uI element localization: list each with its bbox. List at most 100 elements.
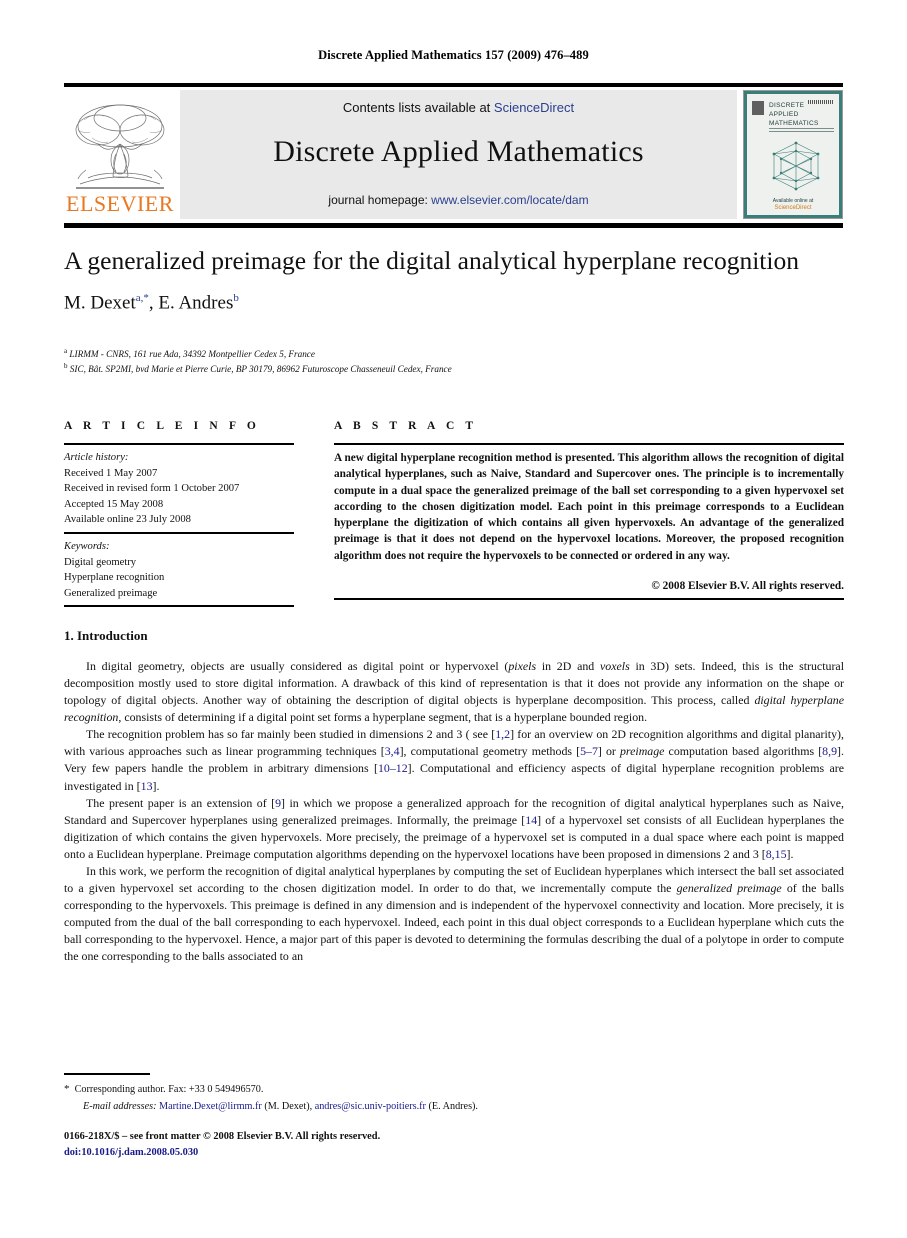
author-1-affiliation-marker: a,* [135, 292, 149, 304]
citation-link[interactable]: 5–7 [580, 744, 598, 758]
p2-emphasis-preimage: preimage [619, 744, 665, 759]
cover-title-line-3: MATHEMATICS [769, 119, 819, 127]
running-head: Discrete Applied Mathematics 157 (2009) … [318, 48, 589, 62]
homepage-prefix: journal homepage: [328, 193, 432, 207]
issn-copyright-block: 0166-218X/$ – see front matter © 2008 El… [64, 1129, 764, 1161]
page-title: A generalized preimage for the digital a… [64, 246, 799, 275]
cover-publisher-logo-icon [752, 101, 764, 115]
sciencedirect-link[interactable]: ScienceDirect [494, 100, 574, 115]
affiliation-b: b SIC, Bât. SP2MI, bvd Marie et Pierre C… [64, 361, 854, 376]
abstract-rule-bottom [334, 598, 844, 600]
article-history: Article history: Received 1 May 2007 Rec… [64, 450, 304, 528]
p1-part-a: In digital geometry, objects are usually… [86, 659, 509, 673]
cover-title-line-2: APPLIED [769, 110, 799, 118]
p4-emphasis-generalized-preimage: generalized preimage [676, 881, 782, 896]
cover-footer-text: Available online at [772, 198, 814, 204]
paragraph-2: The recognition problem has so far mainl… [64, 726, 844, 794]
elsevier-wordmark: ELSEVIER [66, 191, 174, 216]
history-item: Available online 23 July 2008 [64, 514, 191, 526]
journal-masthead: ELSEVIER Contents lists available at Sci… [64, 83, 843, 228]
affiliation-a: a LIRMM - CNRS, 161 rue Ada, 34392 Montp… [64, 346, 854, 361]
keyword-item: Hyperplane recognition [64, 572, 165, 584]
body-text: In digital geometry, objects are usually… [64, 658, 844, 965]
p3-part-a: The present paper is an extension of [ [86, 795, 276, 810]
email-link-dexet[interactable]: Martine.Dexet@lirmm.fr [159, 1101, 262, 1112]
footnote-rule [64, 1073, 150, 1075]
journal-title: Discrete Applied Mathematics [273, 135, 644, 168]
citation-link[interactable]: 3,4 [385, 744, 400, 758]
footnote-block: * Corresponding author. Fax: +33 0 54949… [64, 1081, 764, 1115]
author-1: M. Dexet [64, 292, 136, 314]
citation-link[interactable]: 13 [141, 779, 153, 793]
paragraph-4: In this work, we perform the recognition… [64, 863, 844, 965]
citation-link[interactable]: 8,15 [766, 847, 787, 861]
cover-title: DISCRETE APPLIED MATHEMATICS [769, 102, 835, 128]
affiliation-a-text: LIRMM - CNRS, 161 rue Ada, 34392 Montpel… [67, 349, 315, 360]
issn-line: 0166-218X/$ – see front matter © 2008 El… [64, 1131, 381, 1142]
citation-link[interactable]: 1,2 [495, 727, 510, 741]
journal-homepage-line: journal homepage: www.elsevier.com/locat… [328, 193, 588, 207]
citation-link[interactable]: 8,9 [822, 744, 837, 758]
history-item: Received in revised form 1 October 2007 [64, 483, 240, 495]
email-link-andres[interactable]: andres@sic.univ-poitiers.fr [315, 1101, 426, 1112]
abstract-text: A new digital hyperplane recognition met… [334, 452, 844, 562]
email-label: E-mail addresses: [83, 1100, 157, 1112]
history-item: Accepted 15 May 2008 [64, 498, 164, 510]
cover-sciencedirect-label: ScienceDirect [774, 205, 812, 211]
p1-part-d: , consists of determining if a digital p… [118, 710, 648, 725]
article-info-heading: A R T I C L E I N F O [64, 420, 260, 432]
author-list: M. Dexeta,*, E. Andresb [64, 292, 854, 314]
journal-homepage-link[interactable]: www.elsevier.com/locate/dam [431, 193, 588, 207]
masthead-center: Contents lists available at ScienceDirec… [180, 90, 737, 219]
footnote-asterisk: * [64, 1083, 70, 1095]
history-item: Received 1 May 2007 [64, 467, 158, 479]
abstract-heading: A B S T R A C T [334, 420, 478, 432]
corresponding-author-text: Corresponding author. Fax: +33 0 5494965… [74, 1084, 264, 1095]
paragraph-3: The present paper is an extension of [9]… [64, 795, 844, 863]
contents-available-line: Contents lists available at ScienceDirec… [343, 100, 574, 115]
email2-owner: (E. Andres). [425, 1100, 478, 1112]
keywords-label: Keywords: [64, 541, 110, 552]
abstract-copyright: © 2008 Elsevier B.V. All rights reserved… [651, 580, 844, 592]
paragraph-1: In digital geometry, objects are usually… [64, 658, 844, 726]
corresponding-author-note: * Corresponding author. Fax: +33 0 54949… [64, 1081, 764, 1099]
article-history-label: Article history: [64, 452, 129, 463]
cover-footer: Available online at ScienceDirect [747, 198, 839, 211]
keywords-block: Keywords: Digital geometry Hyperplane re… [64, 539, 304, 601]
info-rule-bottom [64, 605, 294, 607]
p1-part-b: in 2D and [536, 659, 600, 673]
p1-emphasis-pixels: pixels [508, 659, 537, 673]
p3-part-d: ]. [786, 846, 794, 861]
journal-cover-thumbnail: DISCRETE APPLIED MATHEMATICS Available o… [743, 90, 843, 219]
elsevier-tree-icon [75, 104, 165, 189]
masthead-top-rule [64, 83, 843, 87]
masthead-bottom-rule [64, 223, 843, 228]
cover-subtitle-lines [769, 128, 834, 133]
elsevier-logo: ELSEVIER [64, 90, 176, 219]
paper-page: Discrete Applied Mathematics 157 (2009) … [0, 0, 907, 1238]
p2-part-d: ] or [597, 744, 620, 759]
keyword-item: Generalized preimage [64, 587, 158, 599]
author-2: , E. Andres [148, 292, 234, 314]
doi-link[interactable]: doi:10.1016/j.dam.2008.05.030 [64, 1145, 764, 1161]
email-addresses-note: E-mail addresses: Martine.Dexet@lirmm.fr… [83, 1099, 764, 1115]
cover-graph-diagram-icon [772, 141, 820, 191]
keyword-item: Digital geometry [64, 556, 137, 568]
info-rule-middle [64, 532, 294, 534]
p2-part-a: The recognition problem has so far mainl… [86, 727, 496, 742]
author-2-affiliation-marker: b [233, 292, 239, 304]
cover-title-line-1: DISCRETE [769, 102, 805, 109]
cover-inner-panel: DISCRETE APPLIED MATHEMATICS Available o… [747, 94, 839, 215]
info-rule-top [64, 443, 294, 445]
affiliation-b-text: SIC, Bât. SP2MI, bvd Marie et Pierre Cur… [67, 364, 452, 375]
p2-part-c: ], computational geometry methods [ [399, 744, 581, 759]
contents-prefix: Contents lists available at [342, 100, 494, 115]
p2-part-e: computation based algorithms [ [664, 744, 823, 759]
citation-link[interactable]: 10–12 [378, 761, 408, 775]
section-heading-introduction: 1. Introduction [64, 628, 148, 643]
p2-part-h: ]. [152, 778, 160, 793]
citation-link[interactable]: 14 [525, 813, 537, 827]
abstract-rule-top [334, 443, 844, 445]
email1-owner: (M. Dexet), [261, 1100, 315, 1112]
masthead-body: ELSEVIER Contents lists available at Sci… [64, 90, 843, 219]
